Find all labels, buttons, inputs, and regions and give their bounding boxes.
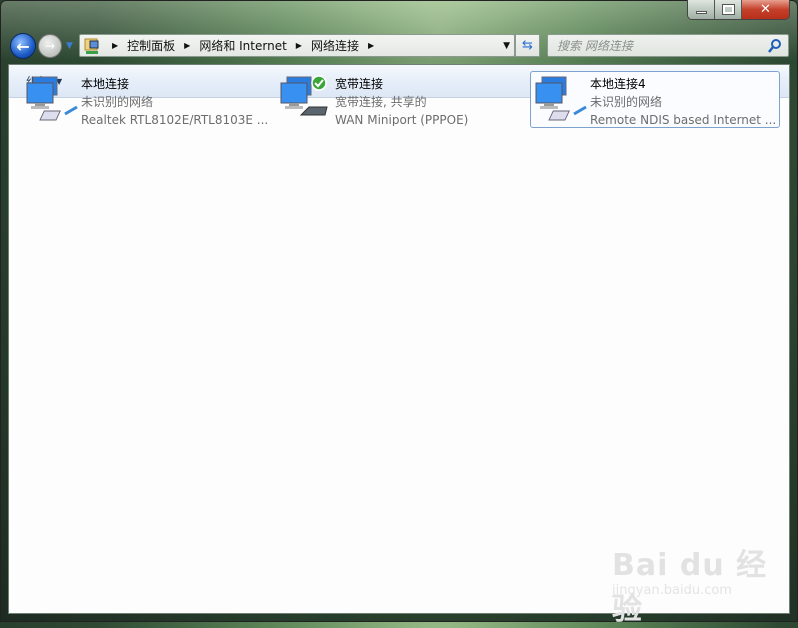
network-adapter-icon (25, 75, 79, 125)
minimize-button[interactable] (688, 0, 715, 19)
search-input[interactable]: 搜索 网络连接 (547, 34, 789, 57)
connection-status: 未识别的网络 (590, 95, 663, 109)
refresh-button[interactable]: ⇆ (515, 34, 540, 57)
search-icon[interactable] (768, 38, 782, 53)
connection-item-local[interactable]: 本地连接 未识别的网络 Realtek RTL8102E/RTL8103E ..… (22, 72, 272, 129)
breadcrumb-separator[interactable]: ▶ (184, 41, 190, 50)
network-adapter-icon (534, 75, 588, 125)
breadcrumb-network-internet[interactable]: 网络和 Internet (199, 37, 286, 54)
refresh-icon: ⇆ (522, 38, 533, 53)
broadband-adapter-icon (279, 75, 333, 125)
recent-pages-dropdown[interactable]: ▼ (66, 41, 73, 51)
breadcrumb-separator[interactable]: ▶ (368, 41, 374, 50)
navigation-buttons: ← → ▼ (10, 33, 73, 59)
connection-status: 未识别的网络 (81, 95, 154, 109)
close-button[interactable]: ✕ (742, 0, 789, 19)
content-area: 组织▼ ▼ ? 本地连接 未识别的网络 Realtek RTL8102E/RTL… (8, 64, 790, 614)
connection-status: 宽带连接, 共享的 (335, 95, 427, 109)
network-folder-icon (84, 38, 99, 54)
search-placeholder: 搜索 网络连接 (557, 39, 633, 53)
breadcrumb-control-panel[interactable]: 控制面板 (127, 37, 175, 54)
breadcrumb-separator[interactable]: ▶ (112, 41, 118, 50)
address-history-dropdown[interactable]: ▼ (503, 41, 510, 51)
connection-device: WAN Miniport (PPPOE) (335, 113, 469, 126)
connection-name: 本地连接4 (590, 77, 646, 91)
connection-item-local-4[interactable]: 本地连接4 未识别的网络 Remote NDIS based Internet … (530, 71, 780, 128)
maximize-button[interactable] (715, 0, 742, 19)
connection-device: Remote NDIS based Internet ... (590, 113, 776, 124)
connection-name: 宽带连接 (335, 77, 384, 91)
connection-name: 本地连接 (81, 77, 130, 91)
connection-device: Realtek RTL8102E/RTL8103E ... (81, 113, 269, 126)
address-bar[interactable]: ▶ 控制面板 ▶ 网络和 Internet ▶ 网络连接 ▶ ▼ (79, 34, 515, 57)
forward-button[interactable]: → (38, 34, 62, 58)
connection-item-broadband[interactable]: 宽带连接 宽带连接, 共享的 WAN Miniport (PPPOE) (276, 72, 526, 129)
watermark-url: jingyan.baidu.com (612, 583, 732, 598)
window-controls: ✕ (687, 0, 790, 20)
back-button[interactable]: ← (10, 33, 36, 59)
breadcrumb-network-connections[interactable]: 网络连接 (311, 37, 359, 54)
breadcrumb-separator[interactable]: ▶ (296, 41, 302, 50)
